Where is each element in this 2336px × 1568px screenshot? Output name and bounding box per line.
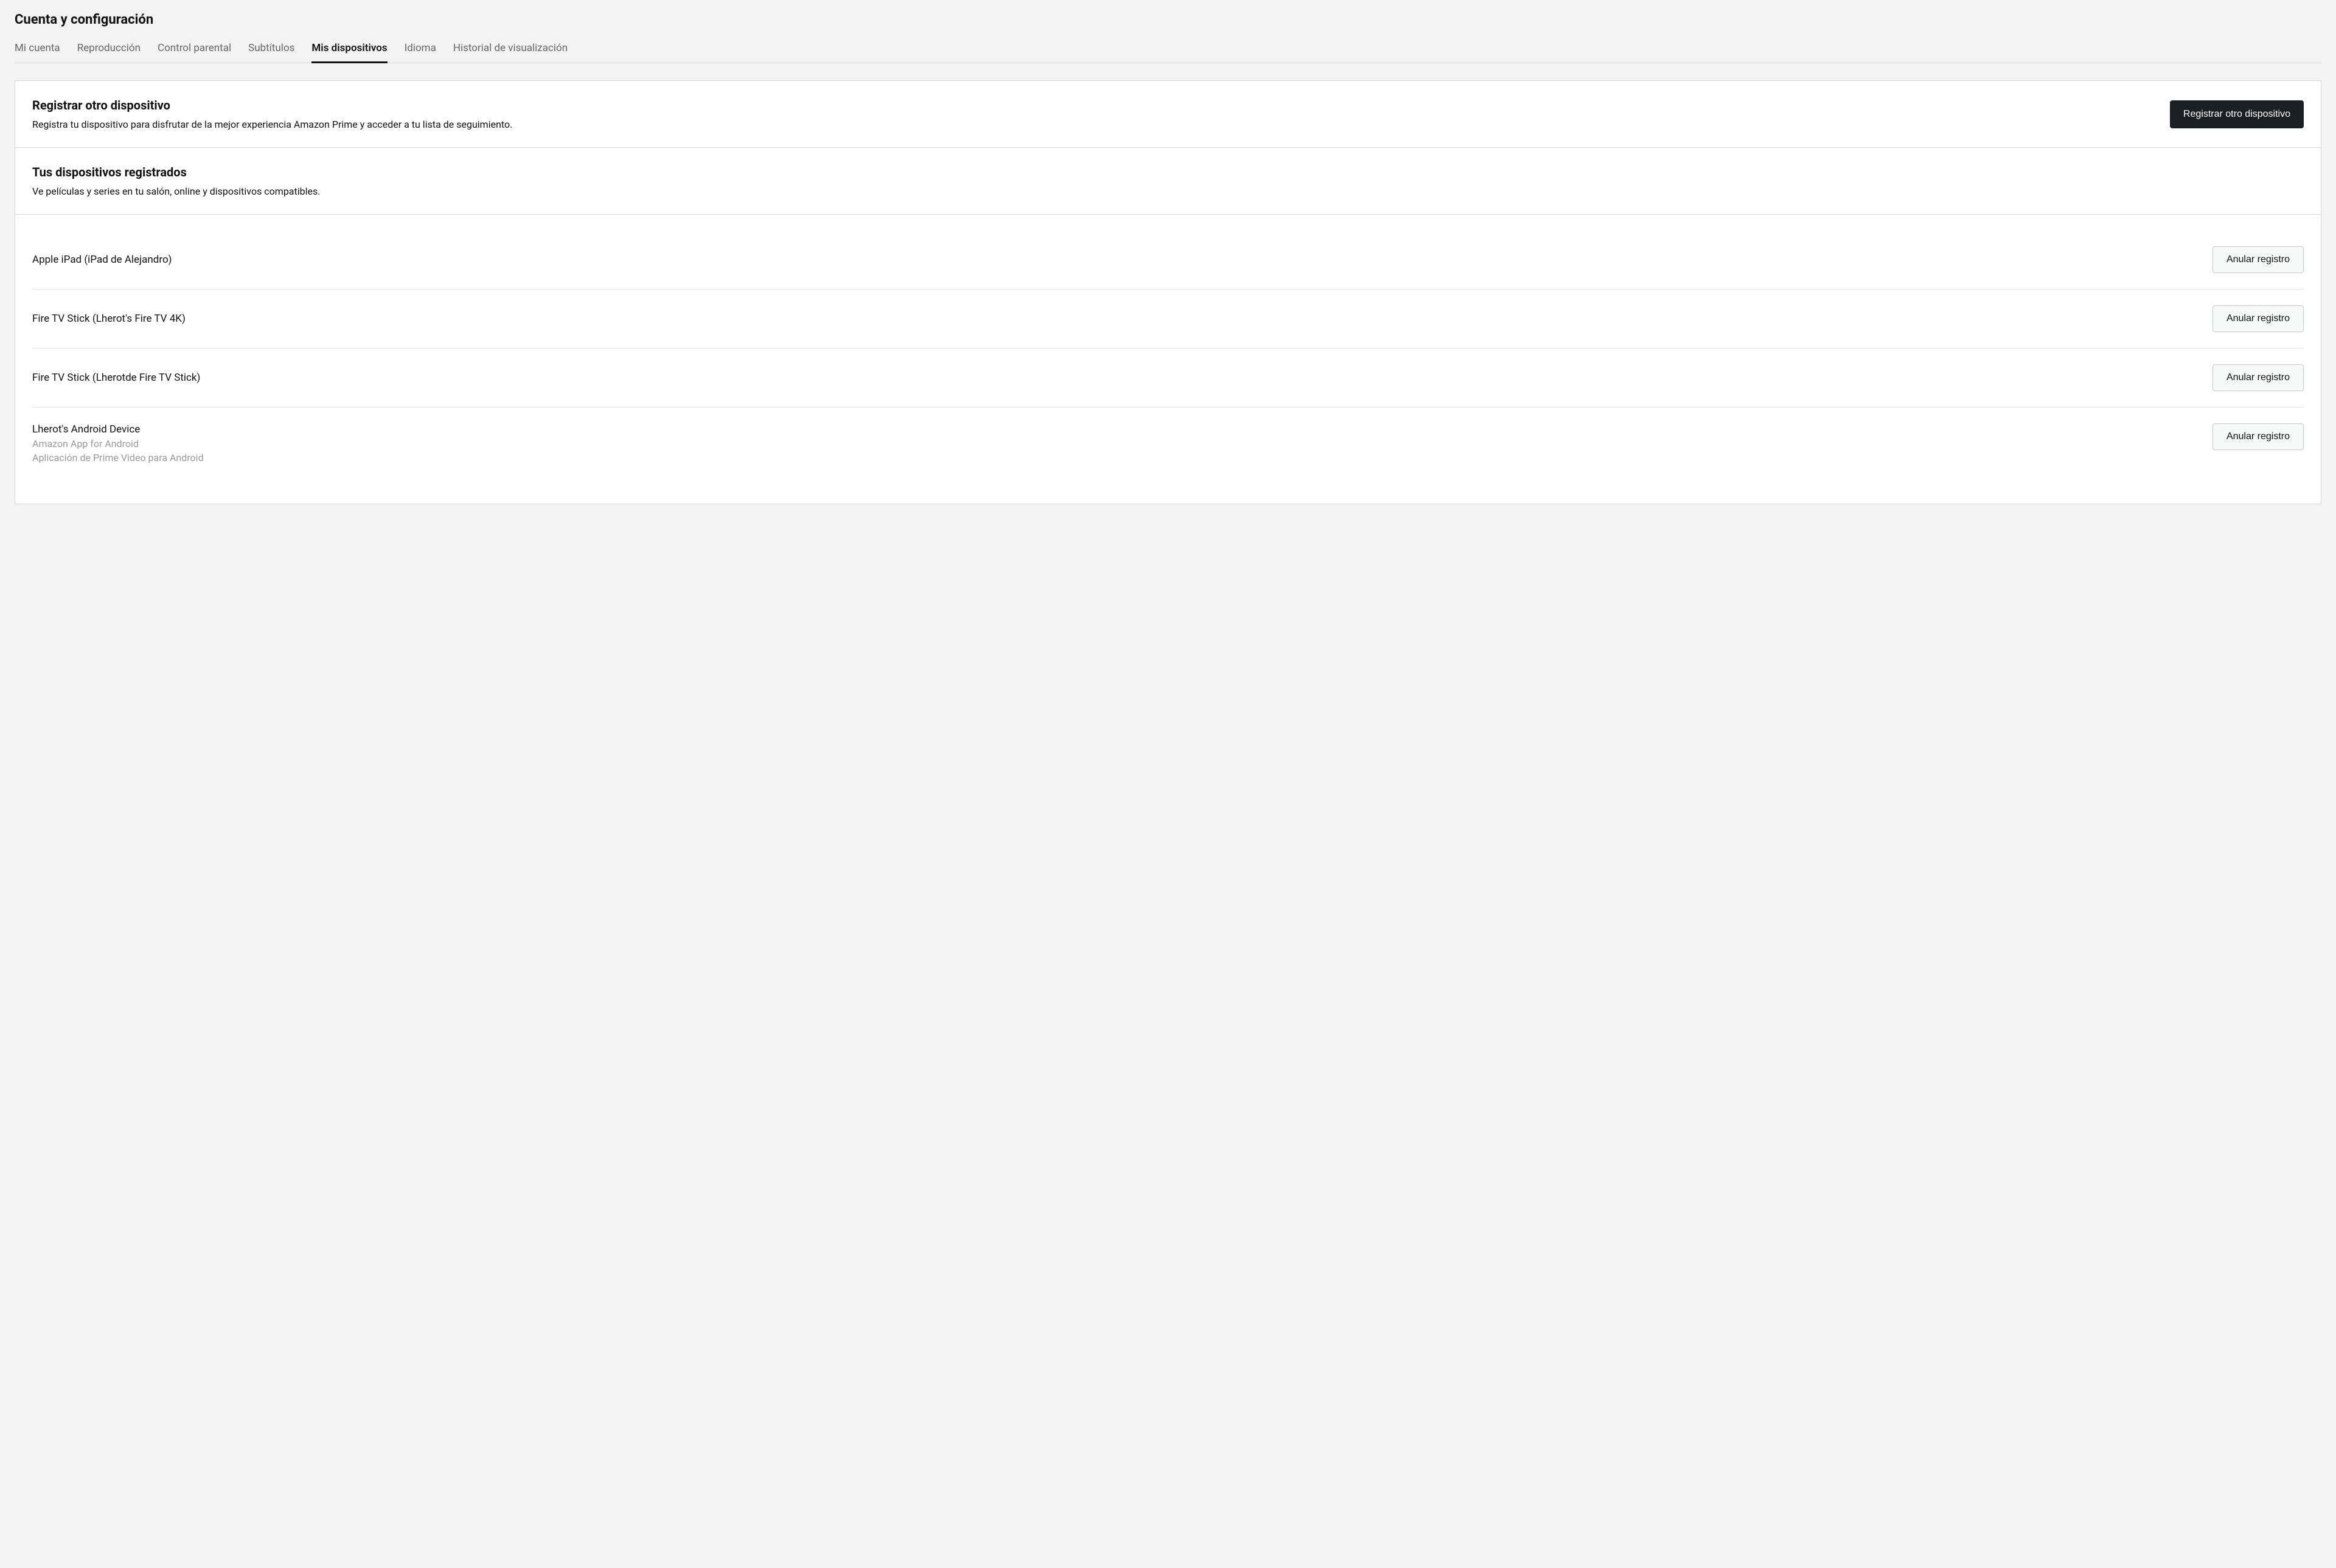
deregister-button[interactable]: Anular registro bbox=[2213, 305, 2304, 332]
device-name: Fire TV Stick (Lherot's Fire TV 4K) bbox=[32, 313, 186, 325]
tab-idioma[interactable]: Idioma bbox=[405, 42, 436, 63]
device-name: Apple iPad (iPad de Alejandro) bbox=[32, 254, 172, 266]
deregister-button[interactable]: Anular registro bbox=[2213, 246, 2304, 273]
tab-mi-cuenta[interactable]: Mi cuenta bbox=[15, 42, 60, 63]
device-name: Lherot's Android Device bbox=[32, 423, 204, 435]
device-row: Apple iPad (iPad de Alejandro) Anular reg… bbox=[32, 232, 2304, 290]
device-info: Fire TV Stick (Lherot's Fire TV 4K) bbox=[32, 313, 186, 325]
registered-subtext: Ve películas y series en tu salón, onlin… bbox=[32, 186, 2304, 197]
register-device-button[interactable]: Registrar otro dispositivo bbox=[2170, 100, 2304, 128]
device-name: Fire TV Stick (Lherotde Fire TV Stick) bbox=[32, 372, 200, 384]
device-info: Apple iPad (iPad de Alejandro) bbox=[32, 254, 172, 266]
device-info: Lherot's Android Device Amazon App for An… bbox=[32, 423, 204, 463]
device-info: Fire TV Stick (Lherotde Fire TV Stick) bbox=[32, 372, 200, 384]
tab-mis-dispositivos[interactable]: Mis dispositivos bbox=[311, 42, 387, 63]
settings-card: Registrar otro dispositivo Registra tu d… bbox=[15, 80, 2321, 504]
register-description: Registra tu dispositivo para disfrutar d… bbox=[32, 119, 512, 130]
tab-reproducción[interactable]: Reproducción bbox=[77, 42, 141, 63]
deregister-button[interactable]: Anular registro bbox=[2213, 423, 2304, 450]
register-heading: Registrar otro dispositivo bbox=[32, 98, 512, 113]
tabs-container: Mi cuenta Reproducción Control parental Sub… bbox=[15, 42, 2321, 63]
tab-control-parental[interactable]: Control parental bbox=[158, 42, 231, 63]
deregister-button[interactable]: Anular registro bbox=[2213, 364, 2304, 391]
register-text: Registrar otro dispositivo Registra tu d… bbox=[32, 98, 512, 130]
registered-heading: Tus dispositivos registrados bbox=[32, 165, 2304, 179]
device-row: Fire TV Stick (Lherotde Fire TV Stick) An… bbox=[32, 349, 2304, 408]
tab-subtítulos[interactable]: Subtítulos bbox=[248, 42, 294, 63]
device-subline: Aplicación de Prime Video para Android bbox=[32, 452, 204, 463]
registered-devices-heading-section: Tus dispositivos registrados Ve película… bbox=[15, 148, 2321, 215]
device-subline: Amazon App for Android bbox=[32, 438, 204, 449]
tab-historial-de-visualización[interactable]: Historial de visualización bbox=[453, 42, 568, 63]
devices-list: Apple iPad (iPad de Alejandro) Anular reg… bbox=[15, 215, 2321, 504]
page-title: Cuenta y configuración bbox=[15, 12, 2321, 27]
device-row: Fire TV Stick (Lherot's Fire TV 4K) Anula… bbox=[32, 290, 2304, 349]
device-row: Lherot's Android Device Amazon App for An… bbox=[32, 408, 2304, 479]
register-device-section: Registrar otro dispositivo Registra tu d… bbox=[15, 81, 2321, 148]
